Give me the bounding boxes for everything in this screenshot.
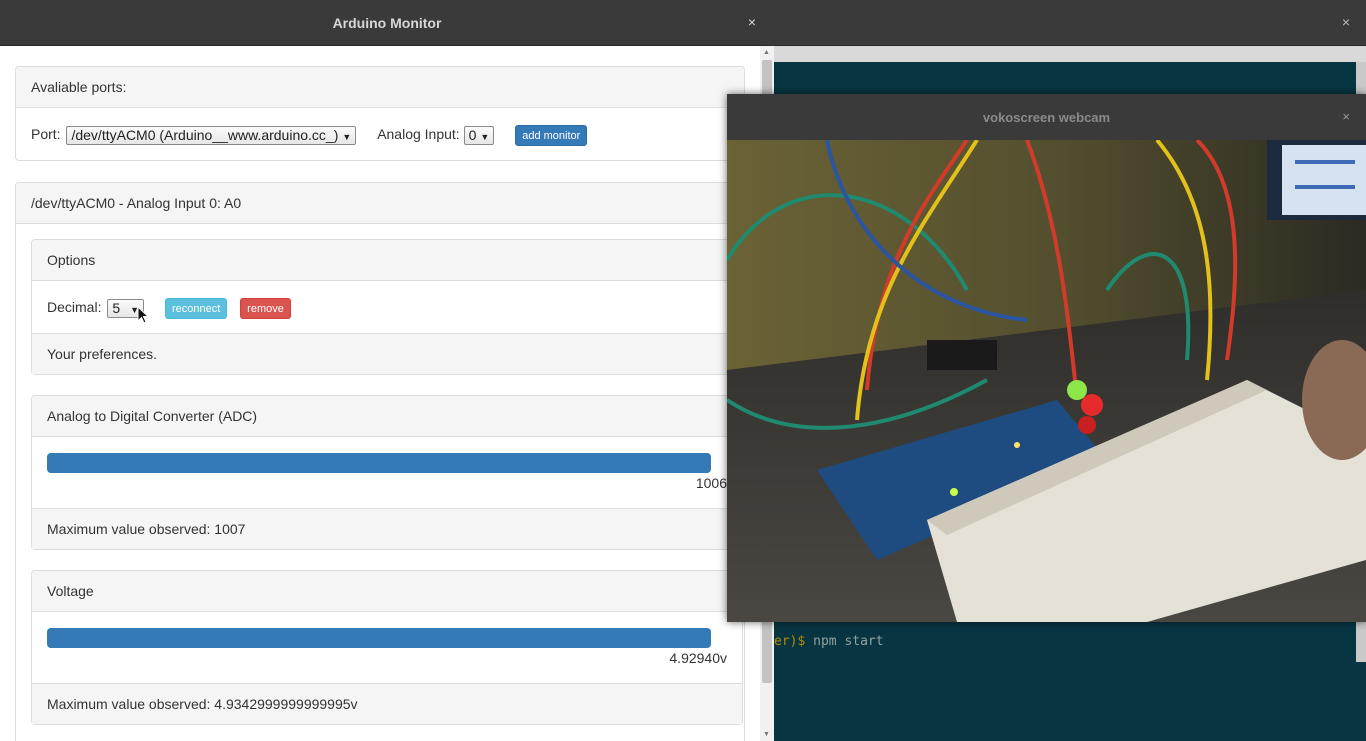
ports-panel-heading: Avaliable ports: <box>16 67 744 108</box>
analog-input-label: Analog Input: <box>377 126 460 142</box>
monitor-panel-heading: /dev/ttyACM0 - Analog Input 0: A0 <box>16 183 744 224</box>
port-label: Port: <box>31 126 61 142</box>
decimal-select-value: 5 <box>112 299 121 316</box>
terminal-titlebar: × <box>774 0 1366 46</box>
chevron-down-icon: ▼ <box>342 131 352 142</box>
monitor-panel: /dev/ttyACM0 - Analog Input 0: A0 Option… <box>15 182 745 741</box>
voltage-body: 4.92940v <box>32 612 742 683</box>
terminal-command-line: er)$ npm start <box>774 634 884 649</box>
app-title: Arduino Monitor <box>332 15 442 31</box>
terminal-close-icon[interactable]: × <box>1342 14 1350 30</box>
add-monitor-button[interactable]: add monitor <box>515 124 588 146</box>
webcam-window: vokoscreen webcam × <box>727 94 1366 622</box>
options-heading: Options <box>32 240 742 281</box>
adc-progress <box>47 453 711 473</box>
scroll-down-icon[interactable]: ▼ <box>763 731 770 738</box>
app-content: Avaliable ports: Port: /dev/ttyACM0 (Ard… <box>0 46 760 741</box>
ports-panel: Avaliable ports: Port: /dev/ttyACM0 (Ard… <box>15 66 745 161</box>
analog-input-select[interactable]: 0 ▼ <box>463 125 495 145</box>
webcam-close-icon[interactable]: × <box>1342 109 1350 124</box>
ports-panel-body: Port: /dev/ttyACM0 (Arduino__www.arduino… <box>16 108 744 160</box>
options-footer: Your preferences. <box>32 333 742 374</box>
decimal-label: Decimal: <box>47 299 102 315</box>
app-close-icon[interactable]: × <box>748 14 756 30</box>
voltage-heading: Voltage <box>32 571 742 612</box>
webcam-titlebar: vokoscreen webcam × <box>727 94 1366 140</box>
voltage-progress <box>47 628 711 648</box>
voltage-footer: Maximum value observed: 4.93429999999999… <box>32 683 742 724</box>
adc-heading: Analog to Digital Converter (ADC) <box>32 396 742 437</box>
voltage-value: 4.92940v <box>669 650 727 666</box>
scroll-up-icon[interactable]: ▲ <box>763 49 770 56</box>
analog-input-value: 0 <box>468 126 477 143</box>
chevron-down-icon: ▼ <box>480 131 490 142</box>
port-select[interactable]: /dev/ttyACM0 (Arduino__www.arduino.cc_) ▼ <box>66 125 357 145</box>
app-titlebar: Arduino Monitor × <box>0 0 774 46</box>
terminal-prompt: er)$ <box>774 634 806 649</box>
mouse-cursor-icon <box>137 306 149 324</box>
adc-progress-bar <box>47 453 711 473</box>
adc-panel: Analog to Digital Converter (ADC) 1006 M… <box>31 395 743 550</box>
reconnect-button[interactable]: reconnect <box>164 297 228 319</box>
adc-footer: Maximum value observed: 1007 <box>32 508 742 549</box>
voltage-progress-bar <box>47 628 711 648</box>
arduino-monitor-window: Arduino Monitor × Avaliable ports: Port:… <box>0 0 774 741</box>
webcam-feed <box>727 140 1366 622</box>
webcam-image <box>727 140 1366 622</box>
port-select-value: /dev/ttyACM0 (Arduino__www.arduino.cc_) <box>71 126 339 143</box>
adc-value: 1006 <box>695 475 727 491</box>
remove-button[interactable]: remove <box>240 297 291 319</box>
voltage-panel: Voltage 4.92940v Maximum value observed:… <box>31 570 743 725</box>
terminal-command: npm start <box>805 634 884 649</box>
adc-body: 1006 <box>32 437 742 508</box>
webcam-title: vokoscreen webcam <box>982 110 1111 125</box>
